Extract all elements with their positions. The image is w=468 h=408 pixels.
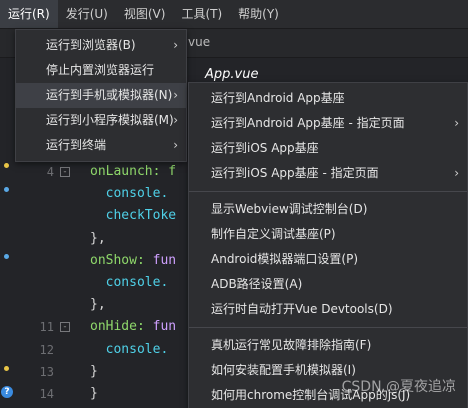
code-text: console.: [90, 183, 169, 205]
menu-item-label: 运行到Android App基座: [211, 91, 345, 105]
run-menu-item[interactable]: 运行到浏览器(B) ›: [16, 33, 186, 58]
run-menu-item[interactable]: 运行到手机或模拟器(N) ›: [16, 83, 186, 108]
run-menu-item[interactable]: 运行到小程序模拟器(M) ›: [16, 108, 186, 133]
code-text: }: [90, 361, 98, 383]
code-token: },: [90, 297, 106, 313]
chevron-right-icon: ›: [454, 166, 459, 180]
menu-item-label: 运行到小程序模拟器(M): [46, 113, 174, 127]
device-menu-item[interactable]: 制作自定义调试基座(P): [189, 222, 467, 247]
code-token: onShow:: [90, 252, 153, 268]
menubar-item[interactable]: 运行(R): [0, 0, 58, 28]
breakpoint-marker: [4, 163, 9, 168]
device-menu-item[interactable]: 运行时自动打开Vue Devtools(D): [189, 297, 467, 322]
chevron-right-icon: ›: [173, 138, 178, 152]
run-menu-item[interactable]: 停止内置浏览器运行: [16, 58, 186, 83]
menu-bar: 运行(R) 发行(U) 视图(V) 工具(T) 帮助(Y): [0, 0, 468, 29]
menubar-item[interactable]: 工具(T): [173, 0, 230, 28]
code-token: }: [90, 386, 98, 401]
device-menu-item[interactable]: 运行到Android App基座: [189, 86, 467, 111]
code-token: },: [90, 230, 106, 246]
code-text: console.: [90, 339, 169, 361]
ide-window: 运行(R) 发行(U) 视图(V) 工具(T) 帮助(Y) vue 4- onLaunch…: [0, 0, 468, 408]
line-number: 12: [39, 342, 54, 357]
line-number: 14: [39, 387, 54, 401]
code-token: console.: [90, 341, 169, 357]
run-menu: 运行到浏览器(B) › 停止内置浏览器运行 运行到手机或模拟器(N) › 运行到小程序模拟…: [15, 29, 187, 162]
device-menu-item[interactable]: ADB路径设置(A): [189, 272, 467, 297]
menubar-item[interactable]: 发行(U): [58, 0, 116, 28]
menu-item-label: 运行到iOS App基座 - 指定页面: [211, 166, 379, 180]
chevron-right-icon: ›: [454, 116, 459, 130]
menu-item-label: 运行到浏览器(B): [46, 38, 136, 52]
menu-item-label: 真机运行常见故障排除指南(F): [211, 338, 372, 352]
code-token: onHide:: [90, 319, 153, 335]
watermark: CSDN @夏夜追凉: [341, 379, 456, 395]
device-submenu: 运行到Android App基座运行到Android App基座 - 指定页面 ›…: [188, 82, 468, 408]
code-token: console.: [90, 275, 169, 290]
code-text: checkToke: [90, 205, 176, 227]
line-number: 11: [39, 320, 54, 335]
menu-item-label: Android模拟器端口设置(P): [211, 252, 358, 266]
run-menu-item[interactable]: 运行到终端 ›: [16, 133, 186, 158]
menu-item-label: 运行到Android App基座 - 指定页面: [211, 116, 405, 130]
menu-item-label: 如何安装配置手机模拟器(I): [211, 363, 356, 377]
menu-item-label: 运行到手机或模拟器(N): [46, 88, 173, 102]
change-marker: [4, 254, 9, 259]
menubar-item[interactable]: 帮助(Y): [230, 0, 287, 28]
code-text: onLaunch: f: [90, 161, 176, 183]
menubar-item[interactable]: 视图(V): [116, 0, 174, 28]
code-text: onHide: fun: [90, 316, 176, 338]
device-menu-item[interactable]: 显示Webview调试控制台(D): [189, 197, 467, 222]
code-text: onShow: fun: [90, 250, 176, 272]
menu-item-label: 运行到终端: [46, 138, 107, 152]
code-text: },: [90, 294, 106, 316]
device-menu-item[interactable]: 运行到Android App基座 - 指定页面 ›: [189, 111, 467, 136]
chevron-right-icon: ›: [173, 38, 178, 52]
help-icon[interactable]: ?: [1, 386, 13, 398]
menu-item-label: 制作自定义调试基座(P): [211, 227, 336, 241]
code-token: fun: [152, 319, 177, 335]
device-menu-item[interactable]: 运行到iOS App基座 - 指定页面 ›: [189, 161, 467, 186]
code-token: }: [90, 363, 98, 379]
line-number: 13: [39, 364, 54, 379]
tab-label-fragment[interactable]: vue: [188, 35, 210, 49]
menu-separator: [189, 191, 467, 192]
device-menu-item[interactable]: 运行到iOS App基座: [189, 136, 467, 161]
chevron-right-icon: ›: [173, 113, 178, 127]
menu-item-label: 运行时自动打开Vue Devtools(D): [211, 302, 393, 316]
menu-separator: [189, 327, 467, 328]
file-title: App.vue: [205, 67, 259, 82]
code-token: checkToke: [90, 208, 177, 224]
line-number: 4: [46, 165, 54, 179]
change-marker: [4, 187, 9, 192]
menu-item-label: 停止内置浏览器运行: [46, 63, 155, 77]
breakpoint-marker: [4, 366, 9, 371]
code-text: console.: [90, 272, 169, 294]
device-menu-item[interactable]: 真机运行常见故障排除指南(F): [189, 333, 467, 358]
menu-item-label: ADB路径设置(A): [211, 277, 303, 291]
code-token: console.: [90, 186, 169, 202]
chevron-right-icon: ›: [173, 88, 178, 102]
device-menu-item[interactable]: Android模拟器端口设置(P): [189, 247, 467, 272]
code-text: }: [90, 383, 98, 405]
menu-item-label: 显示Webview调试控制台(D): [211, 202, 368, 216]
code-token: onLaunch: f: [90, 164, 177, 179]
fold-toggle-icon[interactable]: -: [60, 167, 70, 177]
code-text: },: [90, 228, 106, 250]
menu-item-label: 运行到iOS App基座: [211, 141, 319, 155]
code-token: fun: [152, 252, 177, 268]
fold-toggle-icon[interactable]: -: [60, 322, 70, 333]
